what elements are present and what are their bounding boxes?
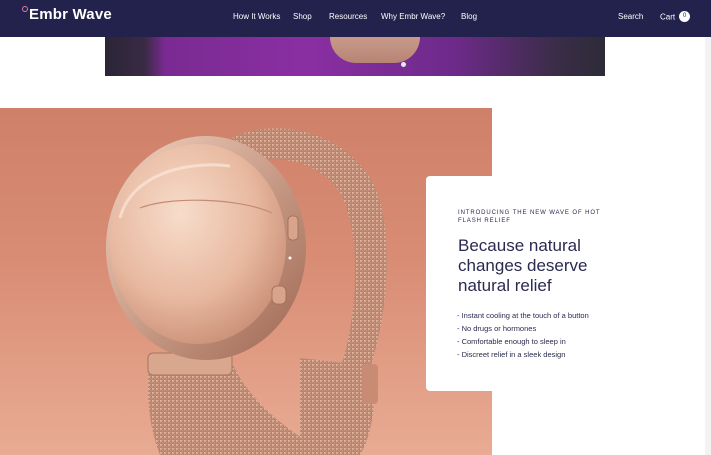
- page-scrollbar[interactable]: [705, 37, 711, 455]
- band-side-clasp: [362, 364, 378, 404]
- nav-link-why-embr-wave[interactable]: Why Embr Wave?: [381, 12, 445, 21]
- logo-mark-icon: [22, 6, 28, 12]
- device-top-button: [287, 215, 299, 241]
- device-face: [110, 144, 286, 344]
- search-link[interactable]: Search: [618, 12, 643, 21]
- promo-card: Introducing the new wave of hot flash re…: [426, 176, 616, 391]
- feature-item: - Discreet relief in a sleek design: [457, 350, 566, 359]
- cart-label: Cart: [660, 12, 676, 22]
- promo-eyebrow: Introducing the new wave of hot flash re…: [458, 210, 601, 224]
- product-image-embr-wave: [0, 108, 492, 455]
- nav-link-how-it-works[interactable]: How It Works: [233, 12, 280, 21]
- embr-wave-bracelet-illustration: [106, 128, 387, 455]
- promo-headline: Because natural changes deserve natural …: [458, 236, 588, 295]
- cart-count-badge: 0: [679, 11, 691, 22]
- feature-item: - Comfortable enough to sleep in: [457, 337, 566, 346]
- feature-list: - Instant cooling at the touch of a butt…: [457, 309, 589, 361]
- cart-link[interactable]: Cart 0: [660, 11, 691, 23]
- device-led-light: [288, 256, 292, 260]
- feature-item: - Instant cooling at the touch of a butt…: [457, 311, 589, 320]
- device-bottom-button: [271, 285, 287, 305]
- hero-necklace-pendant: [401, 62, 406, 67]
- brand-name: Embr Wave: [29, 6, 112, 23]
- brand-logo[interactable]: Embr Wave: [22, 6, 112, 23]
- feature-item: - No drugs or hormones: [457, 324, 537, 333]
- nav-link-shop[interactable]: Shop: [293, 12, 312, 21]
- nav-link-resources[interactable]: Resources: [329, 12, 367, 21]
- nav-link-blog[interactable]: Blog: [461, 12, 477, 21]
- hero-video-image: [105, 37, 605, 76]
- hero-person-neck: [330, 37, 420, 63]
- site-header: Embr Wave How It Works Shop Resources Wh…: [0, 0, 711, 37]
